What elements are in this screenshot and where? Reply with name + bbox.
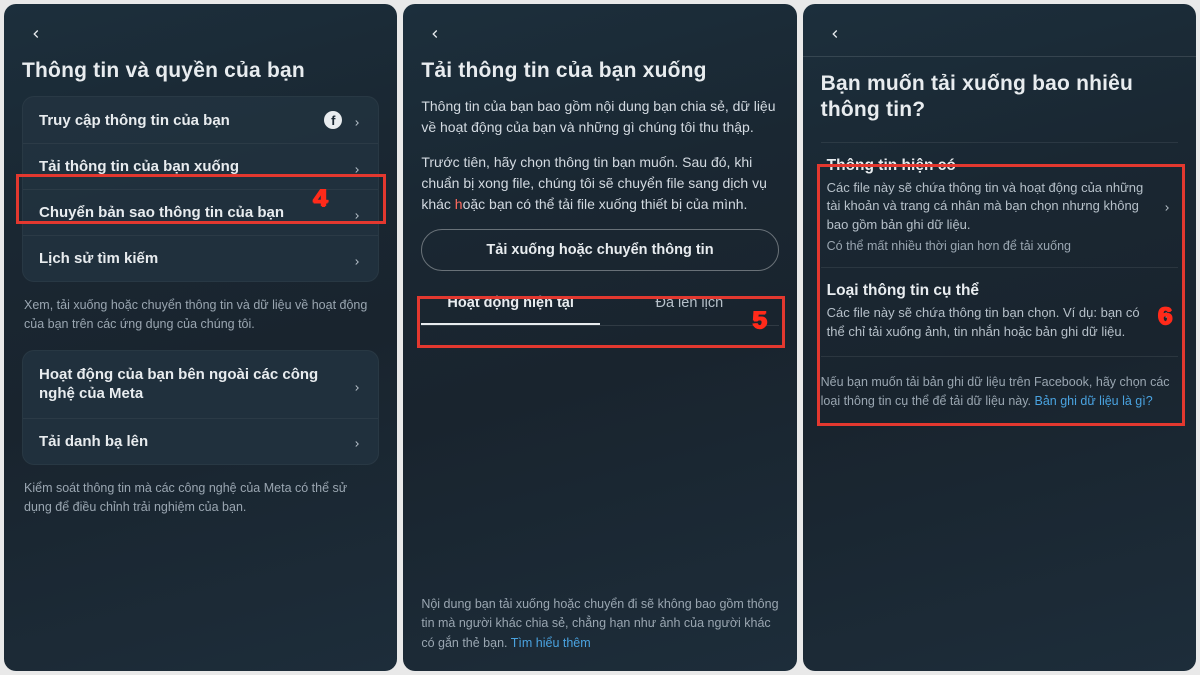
row-off-meta-activity[interactable]: Hoạt động của bạn bên ngoài các công ngh… bbox=[23, 351, 378, 418]
chevron-right-icon bbox=[1162, 200, 1172, 210]
group-1-note: Xem, tải xuống hoặc chuyển thông tin và … bbox=[24, 296, 377, 334]
chevron-right-icon bbox=[352, 208, 362, 218]
tabs: Hoạt động hiện tại Đã lên lịch bbox=[421, 285, 778, 326]
learn-more-link[interactable]: Tìm hiểu thêm bbox=[511, 636, 591, 650]
settings-group-2: Hoạt động của bạn bên ngoài các công ngh… bbox=[22, 350, 379, 465]
back-button[interactable] bbox=[421, 20, 449, 48]
footer-note: Nếu bạn muốn tải bản ghi dữ liệu trên Fa… bbox=[821, 373, 1178, 412]
step-6-label: 6 bbox=[1157, 302, 1172, 332]
row-label: Chuyển bản sao thông tin của bạn bbox=[39, 204, 284, 221]
option-title: Thông tin hiện có bbox=[827, 157, 1152, 175]
row-download-info[interactable]: Tải thông tin của bạn xuống bbox=[23, 143, 378, 189]
back-button[interactable] bbox=[821, 20, 849, 48]
data-log-info-link[interactable]: Bản ghi dữ liệu là gì? bbox=[1035, 394, 1153, 408]
facebook-icon: f bbox=[324, 111, 342, 129]
row-label: Tải danh bạ lên bbox=[39, 433, 148, 450]
row-label: Hoạt động của bạn bên ngoài các công ngh… bbox=[39, 365, 352, 404]
download-or-transfer-button[interactable]: Tải xuống hoặc chuyển thông tin bbox=[421, 229, 778, 271]
option-desc: Các file này sẽ chứa thông tin bạn chọn.… bbox=[827, 304, 1152, 342]
option-specific-types[interactable]: Loại thông tin cụ thể Các file này sẽ ch… bbox=[821, 267, 1178, 356]
screen-1: Thông tin và quyền của bạn Truy cập thôn… bbox=[4, 4, 397, 671]
chevron-right-icon bbox=[352, 162, 362, 172]
row-label: Lịch sử tìm kiếm bbox=[39, 250, 158, 267]
page-title: Thông tin và quyền của bạn bbox=[22, 58, 379, 84]
chevron-right-icon bbox=[352, 379, 362, 389]
row-upload-contacts[interactable]: Tải danh bạ lên bbox=[23, 418, 378, 464]
back-button[interactable] bbox=[22, 20, 50, 48]
options-group: Thông tin hiện có Các file này sẽ chứa t… bbox=[821, 142, 1178, 357]
option-desc: Các file này sẽ chứa thông tin và hoạt đ… bbox=[827, 179, 1152, 236]
step-4-label: 4 bbox=[313, 184, 328, 214]
group-2-note: Kiểm soát thông tin mà các công nghệ của… bbox=[24, 479, 377, 517]
page-title: Tải thông tin của bạn xuống bbox=[421, 58, 778, 84]
row-label: Tải thông tin của bạn xuống bbox=[39, 158, 239, 175]
chevron-left-icon bbox=[828, 27, 842, 41]
chevron-right-icon bbox=[352, 254, 362, 264]
option-title: Loại thông tin cụ thể bbox=[827, 282, 1152, 300]
row-label: Truy cập thông tin của bạn bbox=[39, 112, 230, 129]
page-title: Bạn muốn tải xuống bao nhiêu thông tin? bbox=[821, 71, 1178, 124]
chevron-right-icon bbox=[352, 436, 362, 446]
option-available-info[interactable]: Thông tin hiện có Các file này sẽ chứa t… bbox=[821, 143, 1178, 268]
option-subnote: Có thể mất nhiều thời gian hơn để tải xu… bbox=[827, 239, 1152, 253]
step-5-label: 5 bbox=[752, 306, 767, 336]
tab-current-activity[interactable]: Hoạt động hiện tại bbox=[421, 285, 600, 325]
row-access-info[interactable]: Truy cập thông tin của bạn f bbox=[23, 97, 378, 143]
chevron-left-icon bbox=[428, 27, 442, 41]
chevron-left-icon bbox=[29, 27, 43, 41]
tutorial-triptych: Thông tin và quyền của bạn Truy cập thôn… bbox=[0, 0, 1200, 675]
footer-note: Nội dung bạn tải xuống hoặc chuyển đi sẽ… bbox=[421, 595, 778, 653]
intro-paragraph-2: Trước tiên, hãy chọn thông tin bạn muốn.… bbox=[421, 152, 778, 215]
chevron-right-icon bbox=[352, 115, 362, 125]
intro-paragraph-1: Thông tin của bạn bao gồm nội dung bạn c… bbox=[421, 96, 778, 138]
row-search-history[interactable]: Lịch sử tìm kiếm bbox=[23, 235, 378, 281]
screen-3: Bạn muốn tải xuống bao nhiêu thông tin? … bbox=[803, 4, 1196, 671]
screen-2: Tải thông tin của bạn xuống Thông tin củ… bbox=[403, 4, 796, 671]
